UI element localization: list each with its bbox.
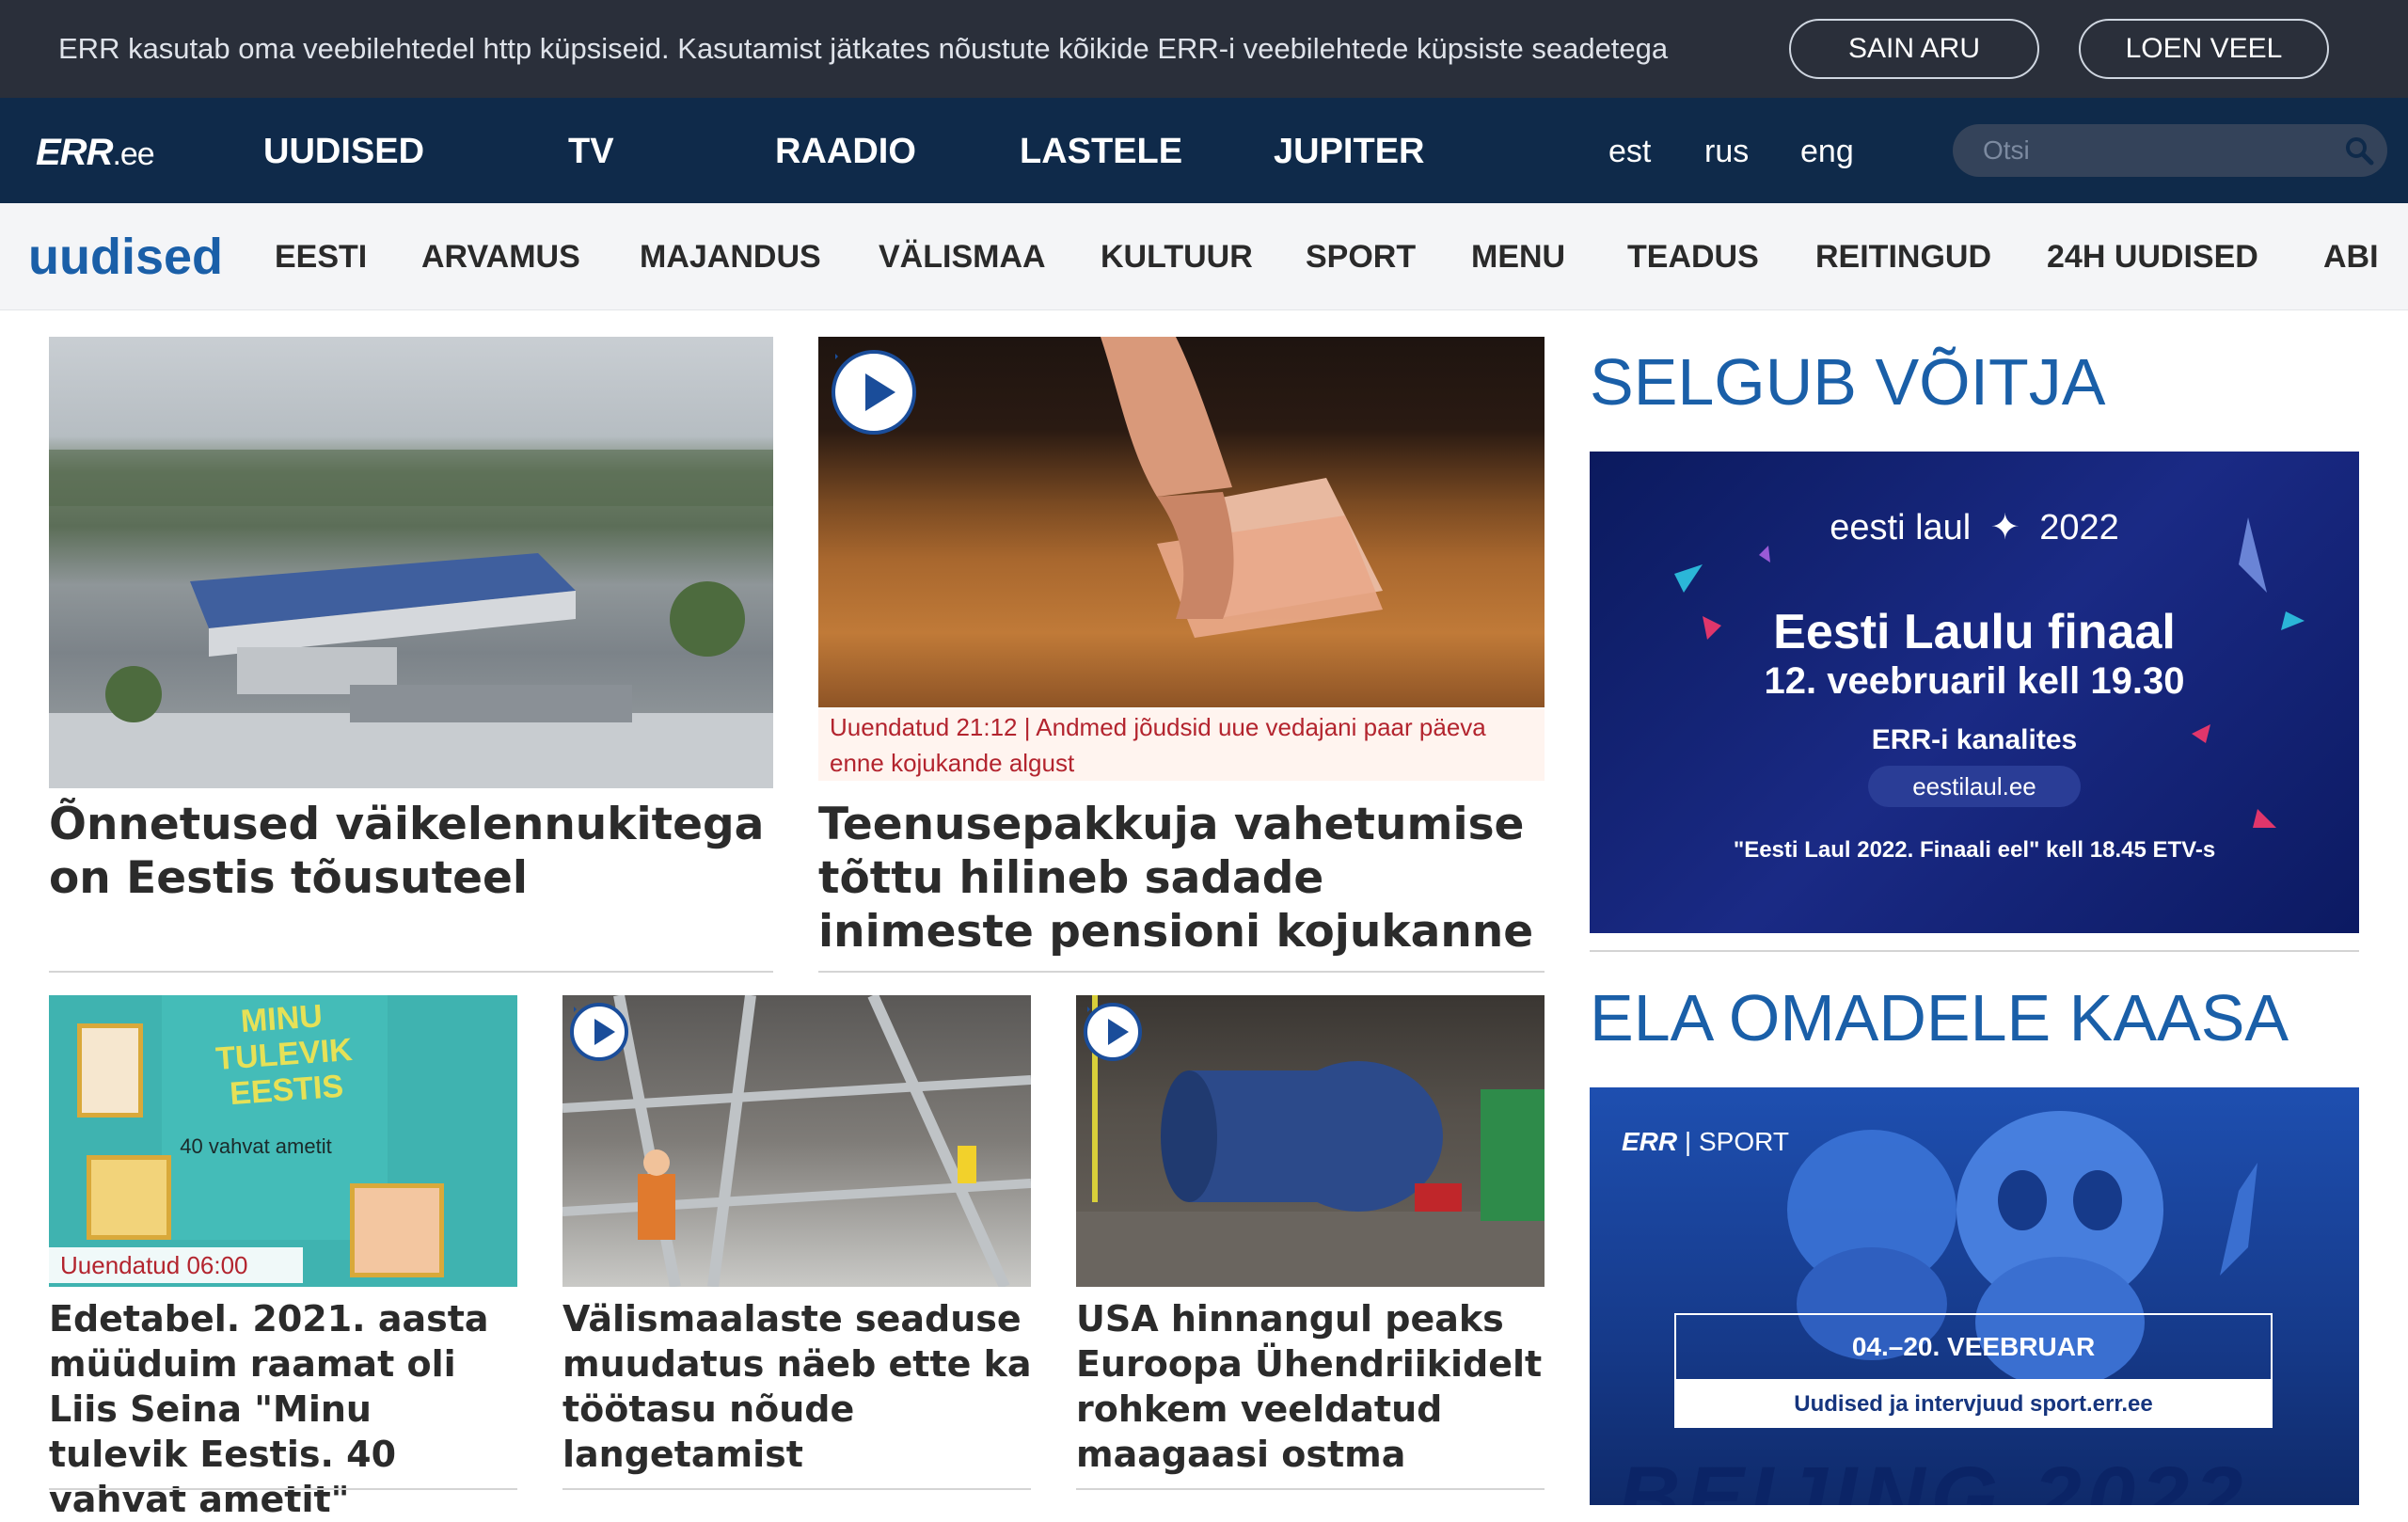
eesti-laul-promo[interactable]: eesti laul ✦ 2022 Eesti Laulu finaal 12.… bbox=[1590, 452, 2359, 933]
lang-rus[interactable]: rus bbox=[1704, 134, 1749, 170]
lang-est[interactable]: est bbox=[1608, 134, 1651, 170]
promo-link[interactable]: eestilaul.ee bbox=[1868, 766, 2081, 807]
section-navigation: uudised EESTI ARVAMUS MAJANDUS VÄLISMAA … bbox=[0, 203, 2408, 310]
divider bbox=[1076, 1488, 1545, 1490]
section-item-majandus[interactable]: MAJANDUS bbox=[640, 239, 821, 276]
topnav-item-raadio[interactable]: RAADIO bbox=[775, 132, 916, 172]
search-box bbox=[1953, 124, 2387, 177]
section-item-menu[interactable]: MENU bbox=[1471, 239, 1565, 276]
cookie-more-button[interactable]: LOEN VEEL bbox=[2079, 19, 2329, 79]
article-image-money[interactable] bbox=[818, 337, 1545, 707]
play-triangle bbox=[1108, 1019, 1129, 1045]
sidebar-heading: SELGUB VÕITJA bbox=[1590, 345, 2106, 419]
topnav-item-tv[interactable]: TV bbox=[568, 132, 614, 172]
topnav-item-jupiter[interactable]: JUPITER bbox=[1274, 132, 1424, 172]
divider bbox=[562, 1488, 1031, 1490]
article-headline[interactable]: Õnnetused väikelennukitega on Eestis tõu… bbox=[49, 798, 773, 905]
promo-sport-big: BEIJING 2022 bbox=[1618, 1450, 2249, 1505]
topnav-item-lastele[interactable]: LASTELE bbox=[1020, 132, 1182, 172]
promo-sport-note: Uudised ja intervjuud sport.err.ee bbox=[1674, 1381, 2273, 1428]
err-sport-promo[interactable]: ERR | SPORT 04.–20. VEEBRUAR Uudised ja … bbox=[1590, 1087, 2359, 1505]
section-brand[interactable]: uudised bbox=[28, 228, 223, 286]
article-image-gas-tank[interactable] bbox=[1076, 995, 1545, 1287]
section-item-reitingud[interactable]: REITINGUD bbox=[1815, 239, 1991, 276]
divider bbox=[49, 1488, 517, 1490]
lyre-icon: ✦ bbox=[1989, 508, 2020, 547]
promo-brand: eesti laul bbox=[1830, 508, 1972, 547]
divider bbox=[818, 971, 1545, 973]
cookie-message: ERR kasutab oma veebilehtedel http küpsi… bbox=[58, 32, 1669, 65]
section-item-24h-uudised[interactable]: 24H UUDISED bbox=[2047, 239, 2258, 276]
play-icon[interactable] bbox=[1084, 1003, 1142, 1061]
logo-suffix: .ee bbox=[112, 136, 154, 172]
section-item-eesti[interactable]: EESTI bbox=[275, 239, 367, 276]
promo-note: "Eesti Laul 2022. Finaali eel" kell 18.4… bbox=[1733, 837, 2216, 863]
err-logo[interactable]: ERR.ee bbox=[36, 132, 155, 174]
article-update: Uuendatud 21:12 | Andmed jõudsid uue ved… bbox=[818, 709, 1545, 781]
promo-brand-line: eesti laul ✦ 2022 bbox=[1590, 506, 2359, 548]
logo-text: ERR bbox=[36, 132, 113, 173]
promo-date: 12. veebruaril kell 19.30 bbox=[1764, 660, 2185, 702]
cookie-accept-button[interactable]: SAIN ARU bbox=[1789, 19, 2039, 79]
play-triangle bbox=[865, 373, 895, 411]
article-image-airport[interactable] bbox=[49, 337, 773, 788]
mascots-illustration bbox=[1787, 1111, 2258, 1388]
section-item-valismaa[interactable]: VÄLISMAA bbox=[879, 239, 1046, 276]
section-item-kultuur[interactable]: KULTUUR bbox=[1101, 239, 1253, 276]
lang-eng[interactable]: eng bbox=[1800, 134, 1854, 170]
divider bbox=[49, 971, 773, 973]
section-item-abi[interactable]: ABI bbox=[2323, 239, 2379, 276]
book-cover-title: MINU TULEVIK EESTIS bbox=[214, 998, 354, 1113]
topnav-item-uudised[interactable]: UUDISED bbox=[263, 132, 424, 172]
cookie-bar: ERR kasutab oma veebilehtedel http küpsi… bbox=[0, 0, 2408, 98]
section-item-teadus[interactable]: TEADUS bbox=[1627, 239, 1759, 276]
book-cover-subtitle: 40 vahvat ametit bbox=[180, 1134, 332, 1158]
promo-year: 2022 bbox=[2039, 508, 2119, 547]
article-headline[interactable]: Välismaalaste seaduse muudatus näeb ette… bbox=[562, 1296, 1033, 1477]
article-headline[interactable]: Teenusepakkuja vahetumise tõttu hilineb … bbox=[818, 798, 1545, 959]
article-headline[interactable]: USA hinnangul peaks Euroopa Ühendriikide… bbox=[1076, 1296, 1546, 1477]
search-input[interactable] bbox=[1981, 132, 2320, 169]
divider bbox=[1590, 950, 2359, 952]
article-image-book[interactable]: MINU TULEVIK EESTIS 40 vahvat ametit bbox=[49, 995, 517, 1287]
play-icon[interactable] bbox=[832, 350, 916, 435]
article-image-scaffolding[interactable] bbox=[562, 995, 1031, 1287]
sidebar-heading: ELA OMADELE KAASA bbox=[1590, 981, 2289, 1054]
promo-dates: 04.–20. VEEBRUAR bbox=[1674, 1313, 2273, 1381]
play-icon[interactable] bbox=[570, 1003, 628, 1061]
top-navigation: ERR.ee UUDISED TV RAADIO LASTELE JUPITER… bbox=[0, 98, 2408, 203]
article-update: Uuendatud 06:00 bbox=[49, 1247, 303, 1283]
search-icon[interactable] bbox=[2344, 135, 2374, 166]
promo-channels: ERR-i kanalites bbox=[1871, 724, 2078, 755]
section-item-arvamus[interactable]: ARVAMUS bbox=[421, 239, 580, 276]
section-item-sport[interactable]: SPORT bbox=[1306, 239, 1416, 276]
promo-title: Eesti Laulu finaal bbox=[1773, 605, 2176, 659]
play-triangle bbox=[594, 1019, 615, 1045]
